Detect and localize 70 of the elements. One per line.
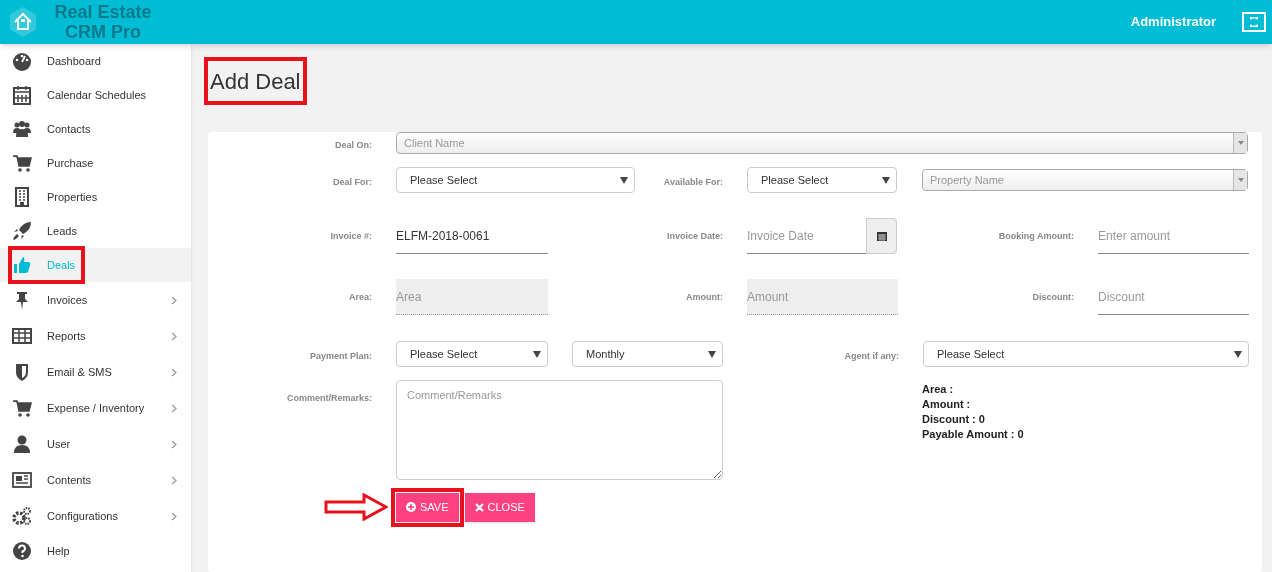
field-label: Available For: <box>663 177 723 187</box>
summary-line: Payable Amount : 0 <box>922 427 1024 442</box>
table-icon <box>12 326 32 346</box>
sidebar-item[interactable]: Contents <box>0 462 191 498</box>
sidebar-item[interactable]: Properties <box>0 180 191 214</box>
dropdown-caret-icon <box>1237 178 1244 182</box>
dropdown-caret-icon <box>533 350 541 358</box>
help-icon <box>12 541 32 561</box>
field-label: Agent if any: <box>844 351 899 361</box>
field-label: Payment Plan: <box>309 351 372 361</box>
close-icon <box>474 502 484 512</box>
chevron-right-icon <box>171 331 177 341</box>
calendar-icon <box>876 231 887 241</box>
gears-icon <box>12 506 32 526</box>
rocket-icon <box>12 221 32 241</box>
field-label: Deal For: <box>333 177 372 187</box>
app-logo-text: Real Estate CRM Pro <box>53 2 153 42</box>
dropdown-caret-icon <box>882 176 890 184</box>
chevron-right-icon <box>171 475 177 485</box>
chevron-right-icon <box>171 511 177 521</box>
select-field[interactable]: Please Select <box>923 341 1249 367</box>
sidebar-item[interactable]: Reports <box>0 318 191 354</box>
field-label: Comment/Remarks: <box>286 393 372 403</box>
dashboard-gauge-icon <box>12 51 32 71</box>
summary-line: Discount : 0 <box>922 412 986 427</box>
field-label: Amount: <box>686 292 723 302</box>
field-label: Invoice #: <box>330 231 372 241</box>
house-logo-icon <box>10 7 36 37</box>
select-field[interactable]: Please Select <box>747 167 897 193</box>
chevron-right-icon <box>171 295 177 305</box>
dropdown-caret-icon <box>708 350 716 358</box>
newspaper-icon <box>12 470 32 490</box>
calendar-icon <box>12 85 32 105</box>
input-field[interactable]: ELFM-2018-0061 <box>396 218 548 254</box>
summary-line: Area : <box>922 382 955 397</box>
sidebar-item[interactable]: Configurations <box>0 498 191 534</box>
building-icon <box>12 187 32 207</box>
dropdown-caret-icon <box>620 176 628 184</box>
chevron-right-icon <box>171 439 177 449</box>
sidebar-item[interactable]: Contacts <box>0 112 191 146</box>
thumbs-up-icon <box>12 255 32 275</box>
sidebar-item[interactable]: Calendar Schedules <box>0 78 191 112</box>
select-field[interactable]: Please Select <box>396 167 635 193</box>
comment-field[interactable]: Comment/Remarks <box>396 380 723 480</box>
plus-circle-icon <box>406 502 416 512</box>
cart-icon <box>12 153 32 173</box>
cart-icon <box>12 398 32 418</box>
field-label: Discount: <box>1032 292 1074 302</box>
sidebar-item[interactable]: Invoices <box>0 282 191 318</box>
dropdown-caret-icon <box>1234 350 1242 358</box>
people-icon <box>12 119 32 139</box>
select-field[interactable]: Monthly <box>572 341 723 367</box>
sidebar-item[interactable]: Purchase <box>0 146 191 180</box>
chevron-right-icon <box>171 403 177 413</box>
calendar-button[interactable] <box>866 218 897 254</box>
select-field[interactable]: Please Select <box>396 341 548 367</box>
sidebar-item[interactable]: Leads <box>0 214 191 248</box>
field-label: Deal On: <box>335 140 372 150</box>
field-label: Invoice Date: <box>666 231 723 241</box>
sidebar-item[interactable]: Help <box>0 534 191 568</box>
sidebar-item[interactable]: User <box>0 426 191 462</box>
sidebar-item[interactable]: Dashboard <box>0 44 191 78</box>
sidebar-item[interactable]: Email & SMS <box>0 354 191 390</box>
summary-line: Amount : <box>922 397 972 412</box>
field-label: Area: <box>349 292 372 302</box>
chevron-right-icon <box>171 367 177 377</box>
sidebar-item[interactable]: Expense / Inventory <box>0 390 191 426</box>
field-label: Booking Amount: <box>998 231 1074 241</box>
dropdown-caret-icon <box>1237 141 1244 145</box>
person-icon <box>12 434 32 454</box>
